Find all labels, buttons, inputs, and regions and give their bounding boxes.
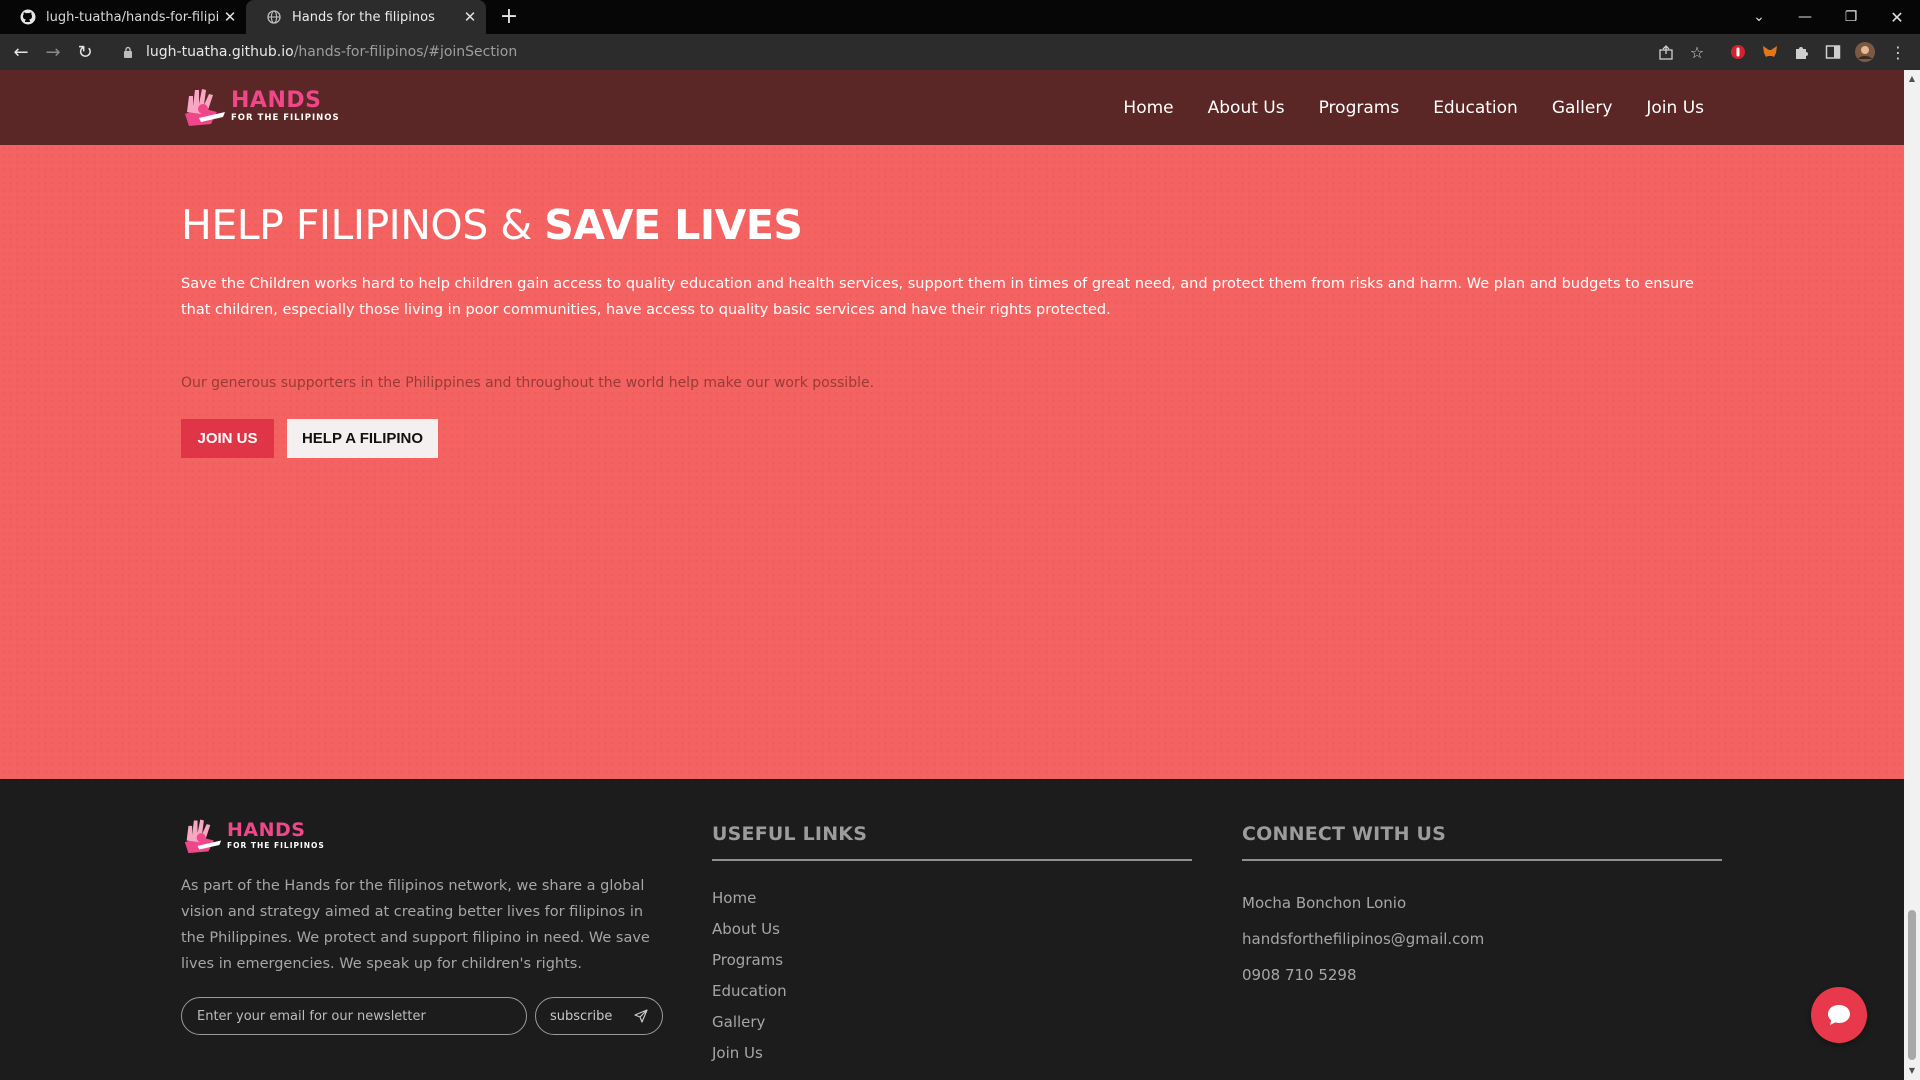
hero-subtext: Our generous supporters in the Philippin… <box>181 375 875 391</box>
address-bar[interactable]: lugh-tuatha.github.io/hands-for-filipino… <box>110 38 1700 66</box>
contact-email[interactable]: handsforthefilipinos@gmail.com <box>1242 921 1484 957</box>
browser-tab-strip: lugh-tuatha/hands-for-filipinos ✕ Hands … <box>0 0 1920 34</box>
scroll-down-arrow-icon[interactable]: ▼ <box>1907 1066 1917 1076</box>
join-section: HELP FILIPINOS & SAVE LIVES Save the Chi… <box>0 145 1904 779</box>
close-icon[interactable]: ✕ <box>460 7 480 27</box>
hands-logo-icon <box>184 819 222 854</box>
site-header: HANDS FOR THE FILIPINOS Home About Us Pr… <box>0 70 1904 145</box>
footer-link-about-us[interactable]: About Us <box>712 913 787 944</box>
tab-github[interactable]: lugh-tuatha/hands-for-filipinos ✕ <box>0 0 246 34</box>
footer-link-home[interactable]: Home <box>712 882 787 913</box>
tab-search-icon[interactable]: ⌄ <box>1736 0 1782 34</box>
site-logo[interactable]: HANDS FOR THE FILIPINOS <box>181 84 340 128</box>
chat-button[interactable] <box>1811 987 1867 1043</box>
newsletter-email-input[interactable] <box>181 997 527 1035</box>
page-scrollbar[interactable]: ▲ ▼ <box>1904 70 1920 1080</box>
scroll-thumb[interactable] <box>1908 910 1916 1060</box>
paper-plane-icon <box>634 1009 649 1023</box>
url-host: lugh-tuatha.github.io <box>146 44 294 60</box>
chat-bubble-icon <box>1828 1005 1850 1025</box>
footer-link-join-us[interactable]: Join Us <box>712 1037 787 1068</box>
tab-hands-for-filipinos[interactable]: Hands for the filipinos ✕ <box>246 0 486 34</box>
help-a-filipino-button[interactable]: HELP A FILIPINO <box>287 419 438 458</box>
join-us-button[interactable]: JOIN US <box>181 419 274 458</box>
nav-join-us[interactable]: Join Us <box>1646 98 1704 118</box>
footer-about-text: As part of the Hands for the filipinos n… <box>181 878 650 972</box>
heading-divider <box>712 859 1192 861</box>
nav-education[interactable]: Education <box>1433 98 1518 118</box>
reload-icon[interactable]: ↻ <box>72 39 98 65</box>
url-path: /hands-for-filipinos/#joinSection <box>293 44 518 60</box>
footer-link-programs[interactable]: Programs <box>712 944 787 975</box>
restore-icon[interactable]: ❐ <box>1828 0 1874 34</box>
hero-title-light: HELP FILIPINOS & <box>181 201 545 249</box>
page-viewport: HANDS FOR THE FILIPINOS Home About Us Pr… <box>0 70 1904 1080</box>
useful-links-list: Home About Us Programs Education Gallery… <box>712 882 787 1068</box>
useful-links-heading: USEFUL LINKS <box>712 823 868 845</box>
site-footer: HANDS FOR THE FILIPINOS As part of the H… <box>0 779 1904 1080</box>
hands-logo-icon <box>185 89 225 126</box>
hero-title: HELP FILIPINOS & SAVE LIVES <box>181 201 803 249</box>
share-icon[interactable] <box>1656 42 1676 62</box>
footer-logo[interactable]: HANDS FOR THE FILIPINOS <box>181 815 325 855</box>
heading-divider <box>1242 859 1722 861</box>
puzzle-extensions-icon[interactable] <box>1791 42 1811 62</box>
subscribe-label: subscribe <box>550 1008 613 1024</box>
logo-text-hands: HANDS <box>227 818 306 841</box>
nav-programs[interactable]: Programs <box>1319 98 1400 118</box>
tab-title: lugh-tuatha/hands-for-filipinos <box>46 9 220 25</box>
close-icon[interactable]: ✕ <box>220 7 240 27</box>
contact-name: Mocha Bonchon Lonio <box>1242 894 1407 912</box>
subscribe-button[interactable]: subscribe <box>535 997 663 1035</box>
new-tab-button[interactable]: + <box>496 4 522 30</box>
bookmark-star-icon[interactable]: ☆ <box>1687 42 1707 62</box>
extension-red-icon[interactable] <box>1728 42 1748 62</box>
logo-text-subtitle: FOR THE FILIPINOS <box>227 840 325 850</box>
hero-paragraph: Save the Children works hard to help chi… <box>181 276 1694 318</box>
contact-list: Mocha Bonchon Lonio handsforthefilipinos… <box>1242 885 1484 993</box>
logo-text-hands: HANDS <box>231 87 322 113</box>
more-menu-icon[interactable]: ⋮ <box>1888 42 1908 62</box>
tab-title: Hands for the filipinos <box>292 9 435 25</box>
footer-link-gallery[interactable]: Gallery <box>712 1006 787 1037</box>
lock-icon[interactable] <box>120 44 136 60</box>
side-panel-icon[interactable] <box>1823 42 1843 62</box>
close-window-icon[interactable]: ✕ <box>1874 0 1920 34</box>
footer-link-education[interactable]: Education <box>712 975 787 1006</box>
github-icon <box>20 9 36 25</box>
metamask-fox-icon[interactable] <box>1760 42 1780 62</box>
nav-home[interactable]: Home <box>1123 98 1173 118</box>
main-navigation: Home About Us Programs Education Gallery… <box>1123 70 1704 145</box>
forward-arrow-icon[interactable]: → <box>40 39 66 65</box>
browser-toolbar: ← → ↻ lugh-tuatha.github.io/hands-for-fi… <box>0 34 1920 70</box>
scroll-up-arrow-icon[interactable]: ▲ <box>1907 74 1917 84</box>
nav-gallery[interactable]: Gallery <box>1552 98 1613 118</box>
contact-phone: 0908 710 5298 <box>1242 966 1357 984</box>
globe-icon <box>266 9 282 25</box>
profile-avatar[interactable] <box>1855 42 1875 62</box>
back-arrow-icon[interactable]: ← <box>8 39 34 65</box>
hero-title-bold: SAVE LIVES <box>544 201 803 249</box>
connect-heading: CONNECT WITH US <box>1242 823 1447 845</box>
nav-about-us[interactable]: About Us <box>1208 98 1285 118</box>
minimize-icon[interactable]: — <box>1782 0 1828 34</box>
logo-text-subtitle: FOR THE FILIPINOS <box>231 112 340 123</box>
